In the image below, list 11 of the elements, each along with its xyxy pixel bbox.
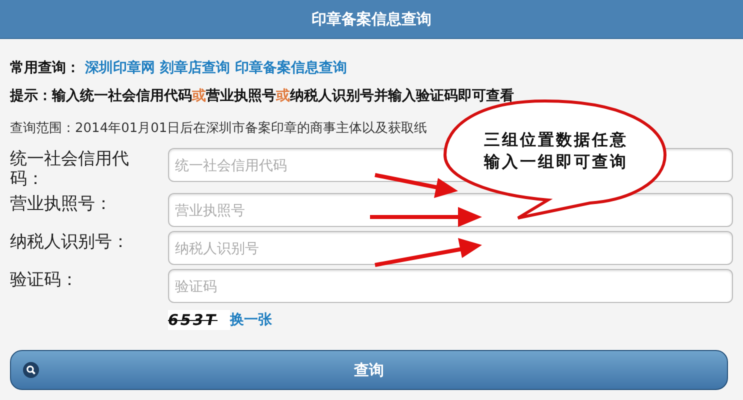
- hint-text: 提示：输入统一社会信用代码或营业执照号或纳税人识别号并输入验证码即可查看: [10, 87, 515, 105]
- captcha-image: 653T: [168, 310, 230, 330]
- page-title: 印章备案信息查询: [312, 10, 432, 28]
- callout-text: 三组位置数据任意: [483, 129, 629, 151]
- scope-text: 查询范围：2014年01月01日后在深圳市备案印章的商事主体以及获取纸: [10, 120, 428, 137]
- common-query-label: 常用查询：: [10, 59, 80, 77]
- field-label: 纳税人识别号：: [10, 231, 130, 252]
- field-label: 营业执照号：: [10, 193, 113, 214]
- field-label: 验证码：: [10, 269, 79, 290]
- field-label: 统一社会信用代码：: [10, 148, 130, 189]
- callout-text: 输入一组即可查询: [482, 151, 629, 173]
